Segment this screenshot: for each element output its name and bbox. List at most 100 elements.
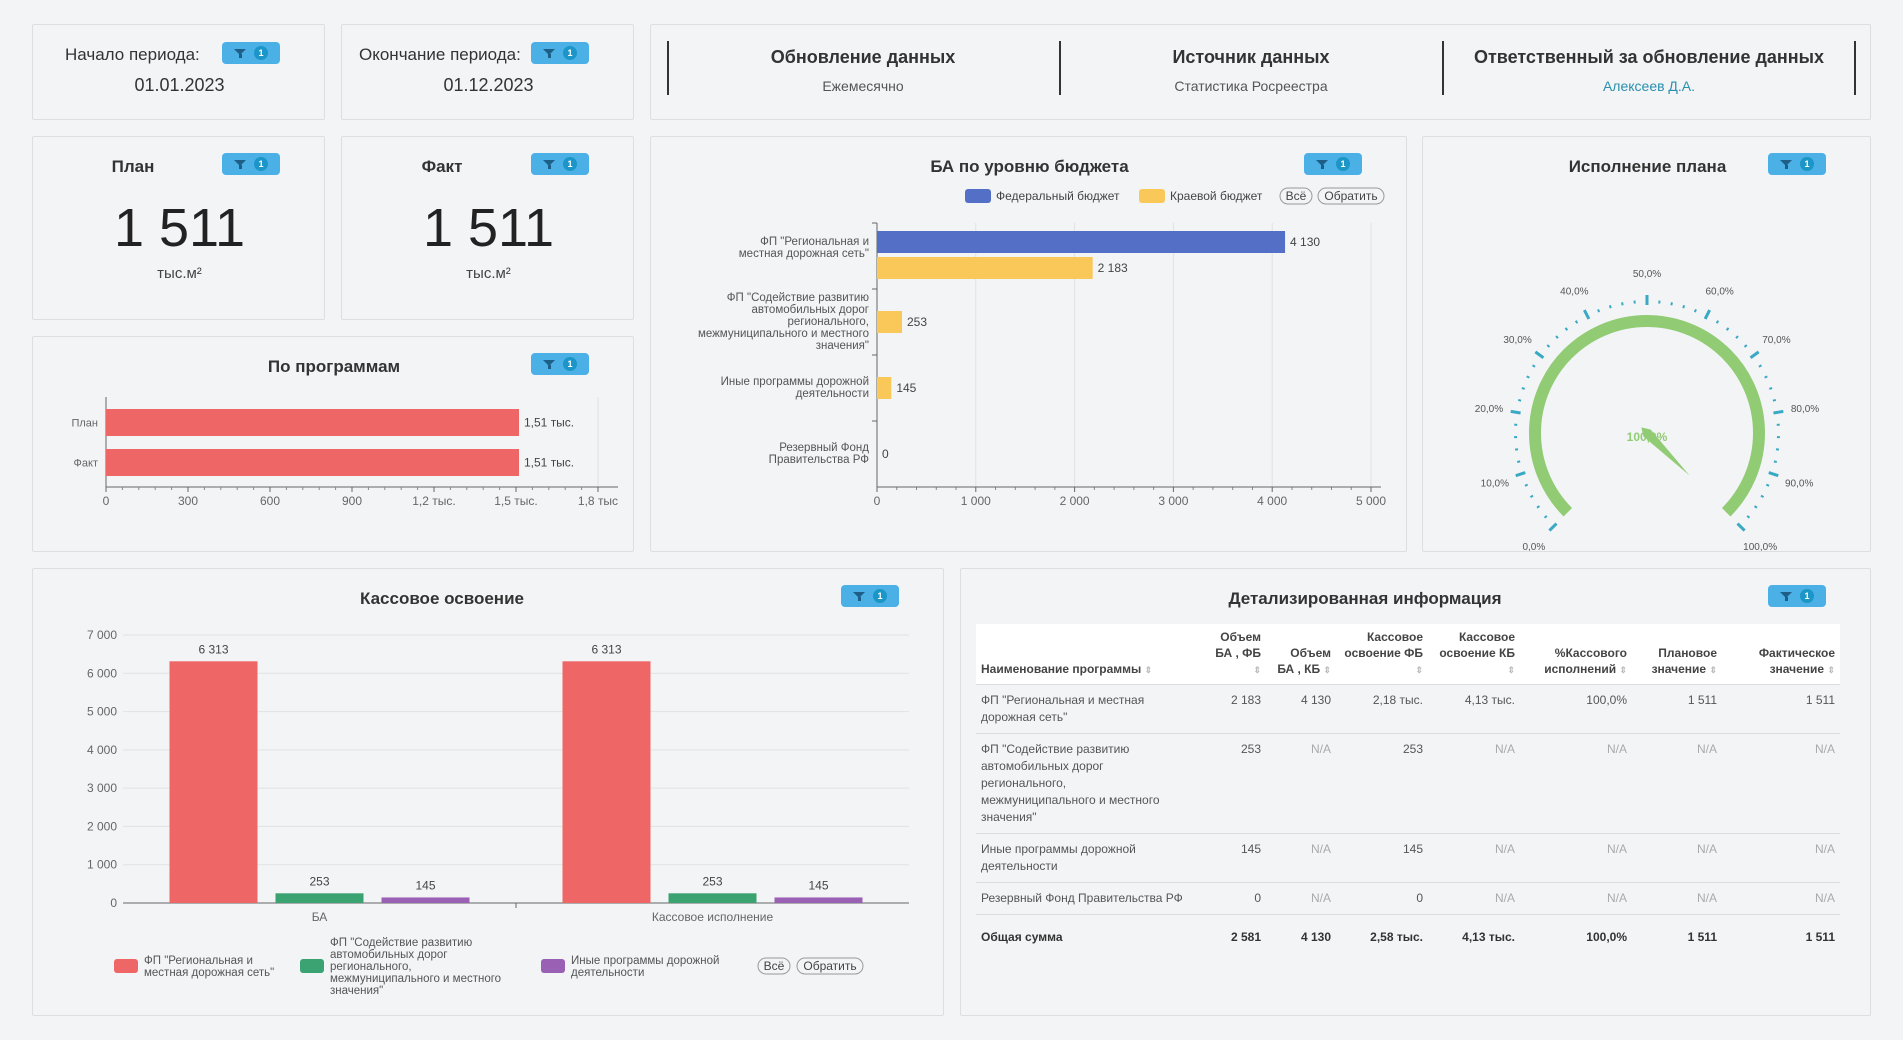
table-cell: Иные программы дорожной деятельности (976, 833, 1204, 883)
filter-count-badge: 1 (1800, 589, 1814, 603)
table-cell: N/A (1722, 882, 1840, 915)
gauge-major-tick (1510, 409, 1521, 415)
table-cell: 1 511 (1722, 684, 1840, 734)
table-cell: Резервный Фонд Правительства РФ (976, 882, 1204, 915)
gauge-minor-tick (1546, 344, 1551, 348)
filter-button[interactable]: 1 (1768, 585, 1826, 607)
y-tick-label: 2 000 (87, 819, 117, 833)
bar (275, 893, 364, 903)
bar (877, 377, 892, 399)
source-value: Статистика Росреестра (1174, 78, 1328, 94)
details-title: Детализированная информация (1228, 589, 1502, 608)
bar-label: 1,51 тыс. (524, 416, 574, 430)
col-header[interactable]: Кассовое освоение КБ ⇕ (1428, 624, 1520, 685)
gauge-minor-tick (1608, 305, 1612, 309)
x-tick-label: Кассовое исполнение (652, 910, 774, 924)
y-tick-label: Резервный Фонд Правительства РФ (769, 442, 870, 466)
col-header[interactable]: Объем БА , ФБ ⇕ (1204, 624, 1266, 685)
gauge-major-tick (1548, 522, 1558, 532)
plan-value: 1 511 (113, 198, 246, 258)
table-cell: Общая сумма (981, 929, 1063, 944)
gauge-value: 100,0% (1627, 430, 1668, 444)
filter-count-badge: 1 (254, 46, 268, 60)
y-tick-label: 5 000 (87, 705, 117, 719)
gauge-minor-tick (1746, 515, 1751, 519)
filter-icon (543, 159, 556, 169)
x-tick-label: 600 (260, 494, 280, 508)
filter-button[interactable]: 1 (531, 153, 589, 175)
fact-card: Факт 1 1 511 тыс.м² (341, 136, 634, 320)
x-tick-label: БА (312, 910, 328, 924)
table-cell: N/A (1632, 833, 1722, 883)
table-cell: N/A (1722, 833, 1840, 883)
table-cell: 1 511 (1687, 929, 1717, 944)
gauge-minor-tick (1760, 494, 1765, 498)
details-table: Наименование программы ⇕ Объем БА , ФБ ⇕… (976, 624, 1840, 953)
col-header[interactable]: Объем БА , КБ ⇕ (1266, 624, 1336, 685)
period-end-label: Окончание периода: (359, 45, 521, 64)
filter-button[interactable]: 1 (531, 42, 589, 64)
table-cell: N/A (1632, 733, 1722, 834)
gauge-tick-label: 0,0% (1522, 542, 1545, 551)
filter-count-badge: 1 (563, 46, 577, 60)
table-cell: N/A (1722, 733, 1840, 834)
table-row: ФП "Региональная и местная дорожная сеть… (976, 684, 1840, 734)
filter-icon (1780, 591, 1793, 601)
col-header[interactable]: Фактическое значение ⇕ (1722, 624, 1840, 685)
y-tick-label: 6 000 (87, 666, 117, 680)
x-tick-label: 0 (874, 494, 881, 508)
filter-button[interactable]: 1 (222, 153, 280, 175)
y-tick-label: ФП "Региональная и местная дорожная сеть" (739, 236, 869, 260)
gauge-minor-tick (1765, 483, 1770, 487)
gauge-minor-tick (1682, 305, 1686, 309)
sort-icon: ⇕ (1709, 664, 1717, 675)
x-tick-label: 5 000 (1356, 494, 1386, 508)
legend-label: ФП "Содействие развитию автомобильных дор… (330, 937, 501, 997)
source-title: Источник данных (1172, 47, 1330, 67)
col-header[interactable]: Наименование программы ⇕ (976, 624, 1204, 685)
col-header[interactable]: Плановое значение ⇕ (1632, 624, 1722, 685)
plan-title: План (111, 157, 155, 176)
filter-count-badge: 1 (563, 157, 577, 171)
select-all-label: Всё (1286, 189, 1307, 203)
gauge-minor-tick (1725, 327, 1730, 331)
gauge-minor-tick (1758, 364, 1762, 368)
gauge-minor-tick (1529, 494, 1534, 498)
x-tick-label: 3 000 (1158, 494, 1188, 508)
gauge-minor-tick (1517, 398, 1522, 402)
filter-icon (234, 159, 247, 169)
col-header[interactable]: %Кассового исполнений ⇕ (1520, 624, 1632, 685)
gauge-tick-label: 40,0% (1560, 286, 1588, 297)
y-tick-label: 1 000 (87, 858, 117, 872)
x-tick-label: 900 (342, 494, 362, 508)
bar (106, 449, 520, 476)
gauge-tick-label: 10,0% (1481, 478, 1509, 489)
sort-icon: ⇕ (1415, 664, 1423, 675)
filter-button[interactable]: 1 (222, 42, 280, 64)
gauge-minor-tick (1715, 320, 1720, 324)
gauge-tick-label: 20,0% (1475, 404, 1503, 415)
table-cell: N/A (1266, 882, 1336, 915)
table-row: ФП "Содействие развитию автомобильных до… (976, 733, 1840, 834)
table-row: Резервный Фонд Правительства РФ 0 N/A 0 N/A N… (976, 882, 1840, 915)
gauge-minor-tick (1564, 327, 1569, 331)
table-cell: 2 183 (1204, 684, 1266, 734)
x-tick-label: 1,8 тыс (578, 494, 618, 508)
gauge-progress (1529, 315, 1765, 517)
table-cell: N/A (1520, 733, 1632, 834)
cash-chart: 0 1 000 2 000 3 000 4 000 5 000 6 000 7 000 БА 6 … (87, 628, 909, 997)
bar-label: 2 183 (1098, 261, 1128, 275)
gauge-minor-tick (1764, 375, 1768, 379)
gauge-tick-label: 30,0% (1503, 335, 1531, 346)
bar-label: 6 313 (198, 642, 228, 656)
responsible-link[interactable]: Алексеев Д.А. (1444, 78, 1854, 94)
table-cell: 1 511 (1805, 929, 1835, 944)
bar (668, 893, 757, 903)
table-header-row: Наименование программы ⇕ Объем БА , ФБ ⇕… (976, 624, 1840, 685)
table-cell: 1 511 (1632, 684, 1722, 734)
x-tick-label: 1,5 тыс. (494, 494, 537, 508)
gauge-minor-tick (1773, 460, 1778, 463)
col-header[interactable]: Кассовое освоение ФБ ⇕ (1336, 624, 1428, 685)
y-tick-label: 3 000 (87, 781, 117, 795)
y-tick-label: 4 000 (87, 743, 117, 757)
